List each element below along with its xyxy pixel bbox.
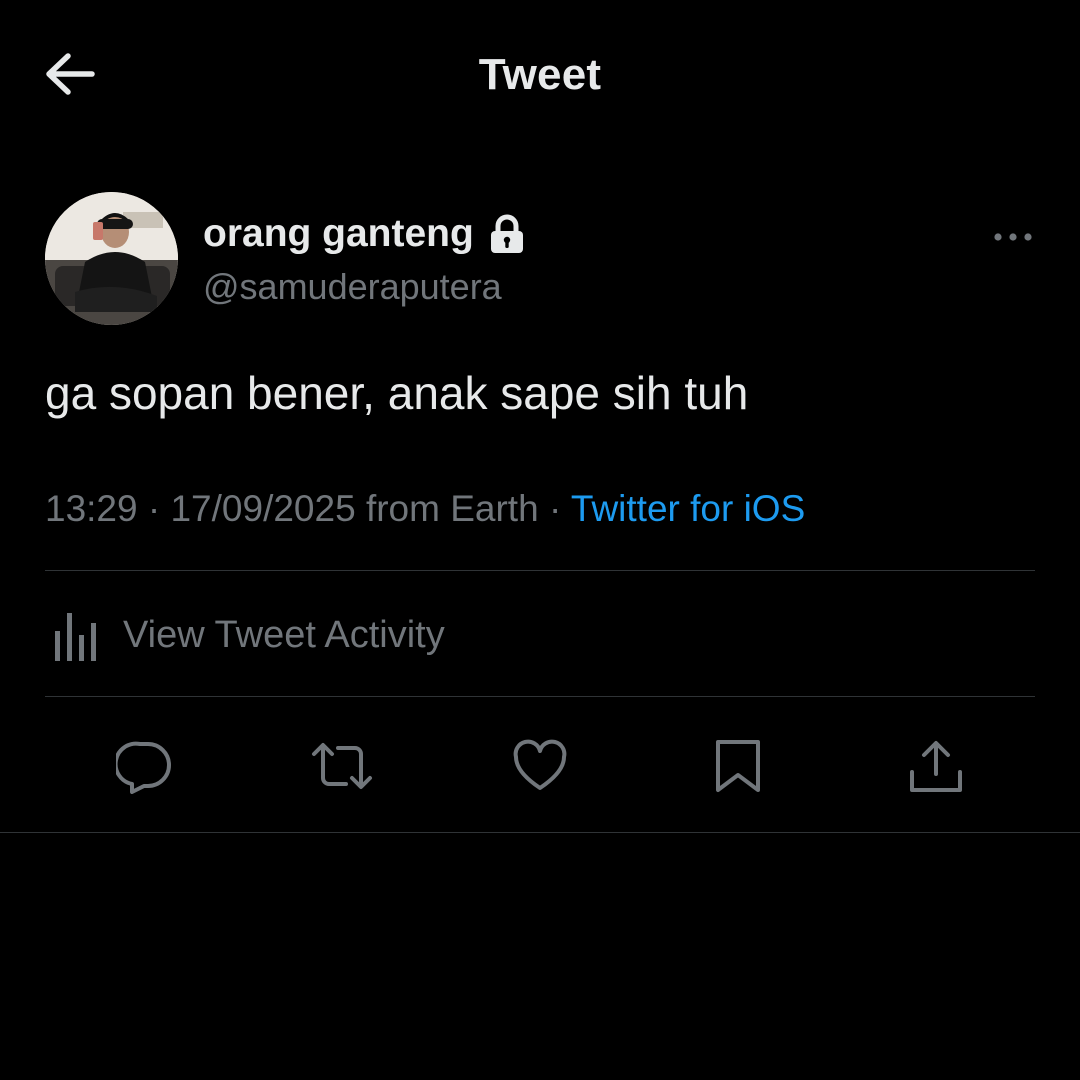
avatar[interactable] — [45, 192, 178, 325]
meta-separator: · — [538, 488, 571, 529]
retweet-button[interactable] — [302, 730, 382, 802]
divider — [45, 570, 1035, 571]
top-bar: Tweet — [0, 0, 1080, 150]
bookmark-icon — [716, 740, 760, 792]
tweet-time[interactable]: 13:29 — [45, 488, 138, 529]
more-options-button[interactable] — [991, 220, 1035, 254]
more-horizontal-icon — [994, 233, 1032, 241]
tweet-text: ga sopan bener, anak sape sih tuh — [45, 367, 749, 419]
page-title: Tweet — [478, 50, 602, 99]
reply-button[interactable] — [104, 730, 184, 802]
bookmark-button[interactable] — [698, 730, 778, 802]
display-name[interactable]: orang ganteng — [203, 212, 474, 256]
tweet-source-link[interactable]: Twitter for iOS — [571, 488, 805, 529]
heart-icon — [513, 739, 567, 790]
view-tweet-activity-label: View Tweet Activity — [123, 613, 445, 656]
avatar-photo — [45, 192, 178, 325]
tweet-actions-bar — [0, 730, 1080, 810]
meta-separator: · — [137, 488, 171, 529]
reply-icon — [116, 741, 171, 794]
share-icon — [910, 741, 962, 792]
tweet-location: from Earth — [355, 488, 539, 529]
retweet-icon — [312, 743, 372, 789]
like-button[interactable] — [500, 730, 580, 802]
divider — [45, 696, 1035, 697]
display-name-row: orang ganteng — [203, 212, 526, 256]
share-button[interactable] — [896, 730, 976, 802]
tweet-author: orang ganteng @samuderaputera — [45, 192, 1035, 327]
divider — [0, 832, 1080, 833]
tweet-metadata: 13:29 · 17/09/2025 from Earth · Twitter … — [45, 488, 805, 530]
tweet-date[interactable]: 17/09/2025 — [170, 488, 355, 529]
username-handle[interactable]: @samuderaputera — [203, 266, 502, 308]
lock-icon — [488, 214, 526, 254]
bar-chart-icon — [55, 613, 96, 661]
view-tweet-activity-button[interactable]: View Tweet Activity — [45, 600, 445, 670]
